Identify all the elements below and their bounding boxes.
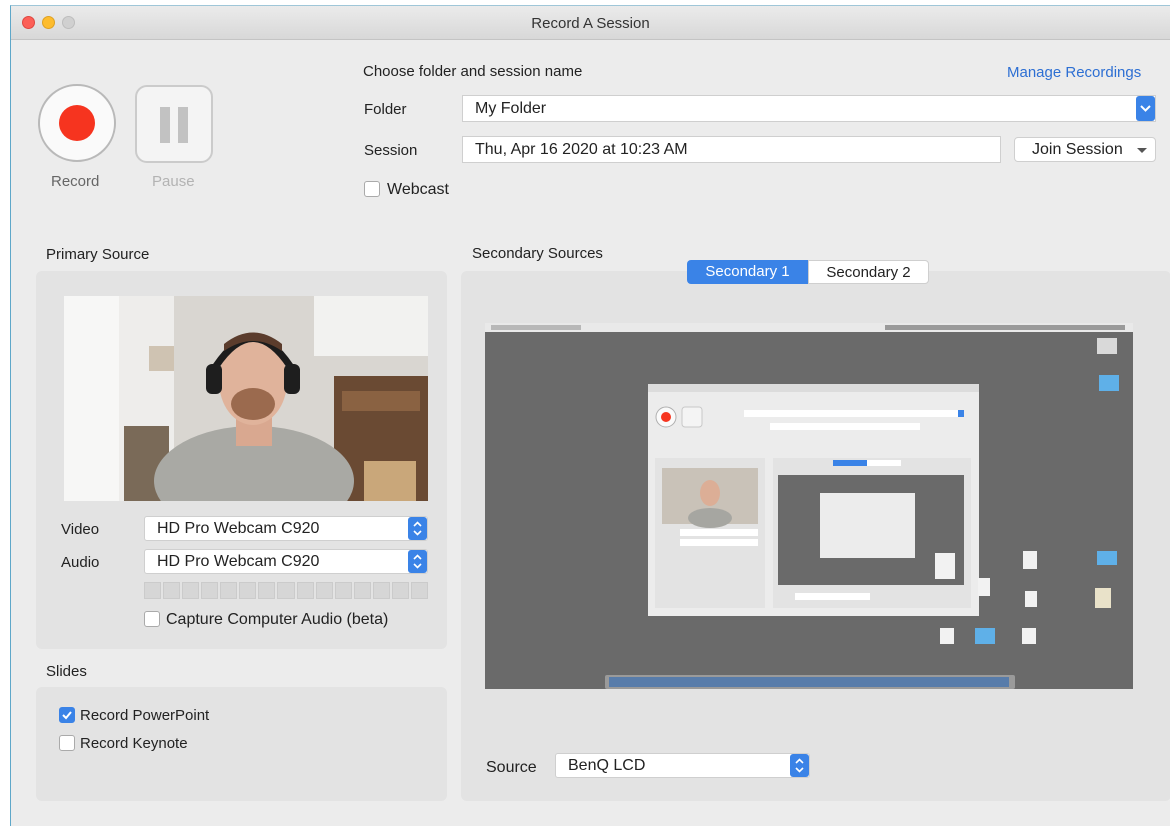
screen-capture-preview (485, 323, 1133, 689)
record-button[interactable] (38, 84, 116, 162)
chevron-down-icon (1140, 105, 1151, 112)
tab-secondary-1[interactable]: Secondary 1 (687, 260, 808, 284)
up-down-arrows-icon (413, 554, 422, 569)
primary-source-heading: Primary Source (46, 246, 150, 263)
webcast-label: Webcast (387, 181, 449, 198)
tab-secondary-2[interactable]: Secondary 2 (808, 260, 929, 284)
capture-computer-audio-checkbox[interactable] (144, 611, 160, 627)
webcast-checkbox[interactable] (364, 181, 380, 197)
session-label: Session (364, 142, 418, 159)
folder-label: Folder (364, 101, 407, 118)
folder-select[interactable]: My Folder (462, 95, 1156, 122)
record-keynote-checkbox[interactable] (59, 735, 75, 751)
audio-label: Audio (61, 554, 100, 571)
record-icon (59, 105, 95, 141)
folder-value: My Folder (475, 100, 547, 117)
up-down-arrows-icon (795, 758, 804, 773)
source-select[interactable]: BenQ LCD (555, 753, 810, 778)
audio-select[interactable]: HD Pro Webcam C920 (144, 549, 428, 574)
webcam-preview-image (64, 296, 428, 501)
video-select[interactable]: HD Pro Webcam C920 (144, 516, 428, 541)
session-name-value: Thu, Apr 16 2020 at 10:23 AM (475, 141, 688, 158)
up-down-arrows-icon (413, 521, 422, 536)
join-session-button[interactable]: Join Session (1014, 137, 1156, 162)
folder-dropdown-arrow[interactable] (1136, 96, 1155, 121)
video-label: Video (61, 521, 100, 538)
audio-level-meter (144, 582, 428, 599)
source-label: Source (486, 759, 537, 776)
record-label: Record (51, 173, 100, 190)
checkmark-icon (62, 711, 72, 720)
record-powerpoint-checkbox[interactable] (59, 707, 75, 723)
join-session-label: Join Session (1032, 141, 1123, 158)
session-name-input[interactable]: Thu, Apr 16 2020 at 10:23 AM (462, 136, 1001, 163)
secondary-sources-heading: Secondary Sources (472, 245, 603, 262)
title-bar: Record A Session (11, 6, 1170, 40)
record-session-window: Record A Session Record Pause Choose fol… (10, 5, 1170, 826)
audio-value: HD Pro Webcam C920 (157, 553, 320, 570)
slides-heading: Slides (46, 663, 87, 680)
record-powerpoint-label: Record PowerPoint (80, 707, 210, 724)
video-stepper[interactable] (408, 517, 427, 540)
dropdown-triangle-icon (1137, 148, 1147, 153)
source-value: BenQ LCD (568, 757, 646, 774)
window-title: Record A Session (531, 15, 650, 32)
record-keynote-label: Record Keynote (80, 735, 188, 752)
session-heading: Choose folder and session name (363, 63, 583, 80)
source-stepper[interactable] (790, 754, 809, 777)
audio-stepper[interactable] (408, 550, 427, 573)
pause-label: Pause (152, 173, 195, 190)
pause-button[interactable] (135, 85, 213, 163)
video-value: HD Pro Webcam C920 (157, 520, 320, 537)
capture-computer-audio-label: Capture Computer Audio (beta) (166, 611, 389, 628)
manage-recordings-link[interactable]: Manage Recordings (1007, 64, 1141, 81)
